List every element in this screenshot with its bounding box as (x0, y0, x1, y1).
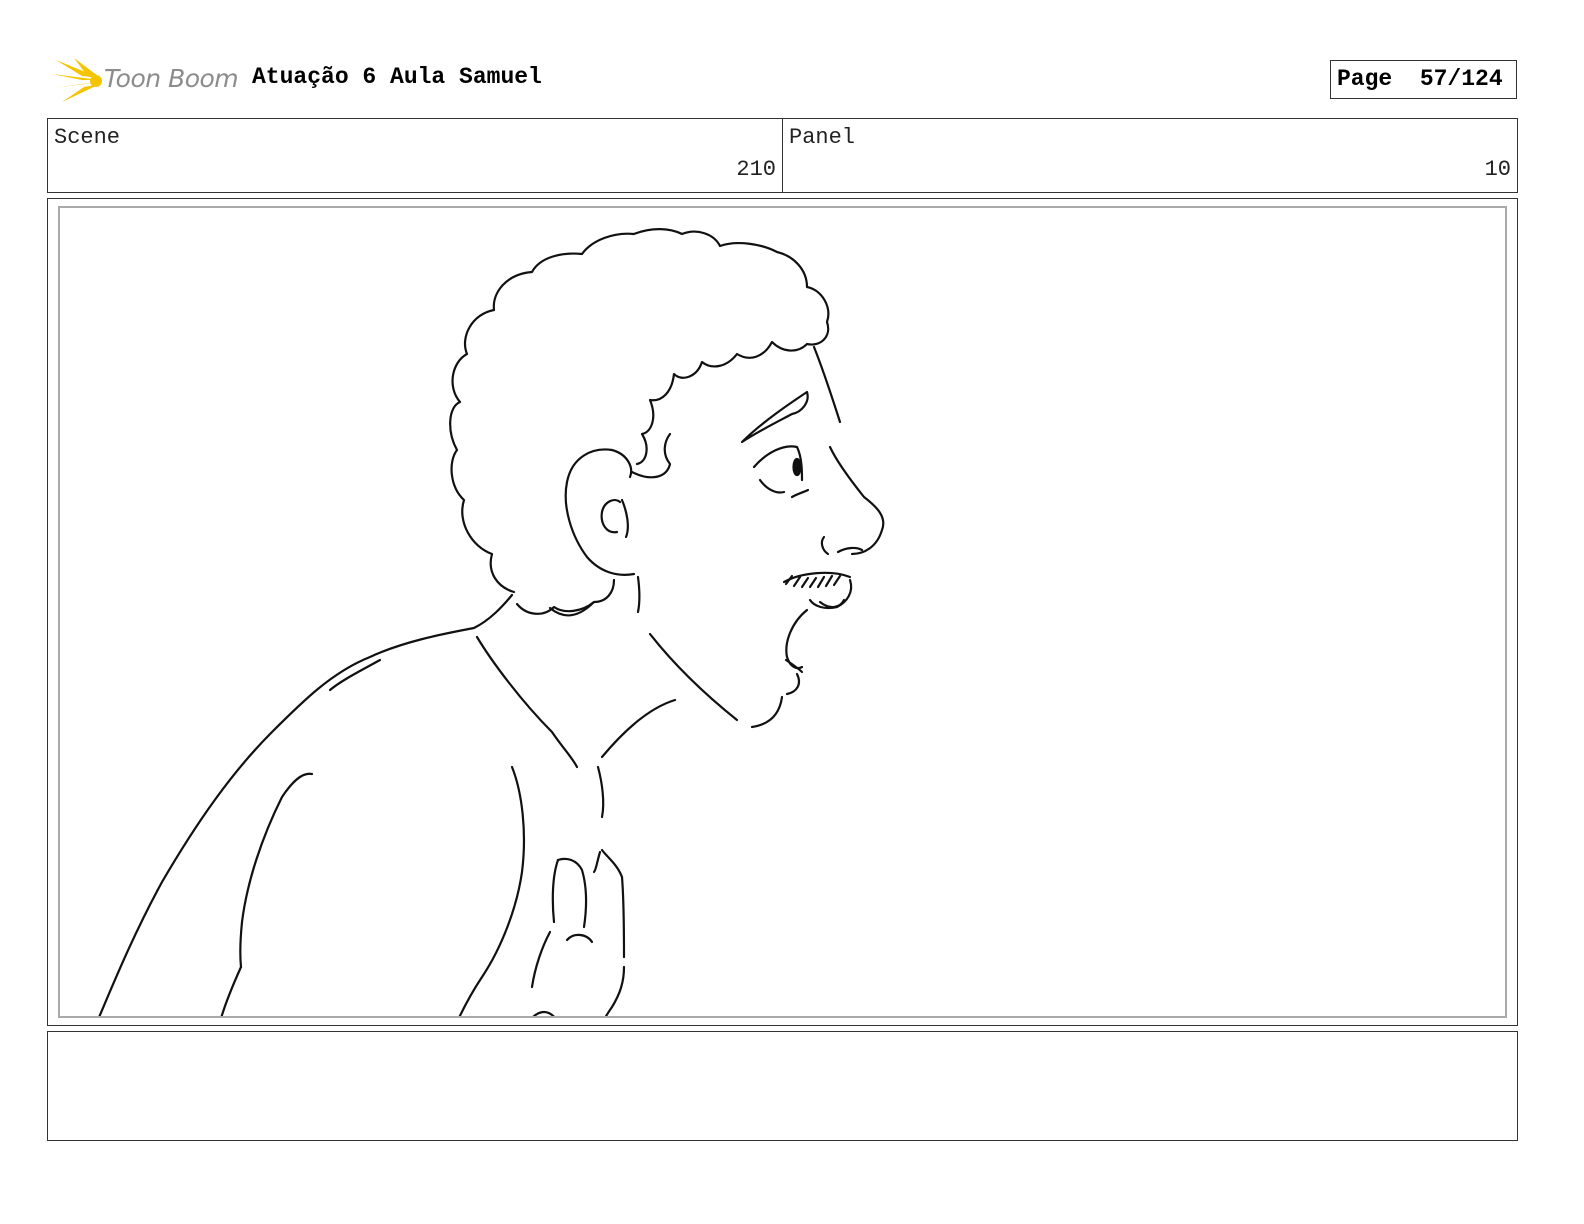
panel-number: 10 (1484, 157, 1511, 182)
storyboard-drawing-area (58, 206, 1507, 1018)
scene-cell: Scene 210 (48, 119, 782, 192)
scene-panel-info: Scene 210 Panel 10 (47, 118, 1518, 193)
logo-wordmark: Toon Boom (104, 64, 239, 93)
page-number: 57/124 (1419, 66, 1503, 92)
panel-label: Panel (789, 125, 856, 150)
page-indicator: Page 57/124 (1330, 60, 1517, 99)
scene-label: Scene (54, 125, 121, 150)
character-sketch (98, 228, 885, 1016)
document-title: Atuação 6 Aula Samuel (252, 64, 542, 90)
page-label: Page (1337, 66, 1393, 92)
panel-notes-box (47, 1031, 1518, 1141)
starburst-icon (52, 58, 102, 102)
panel-cell: Panel 10 (782, 119, 1517, 192)
scene-number: 210 (736, 157, 776, 182)
